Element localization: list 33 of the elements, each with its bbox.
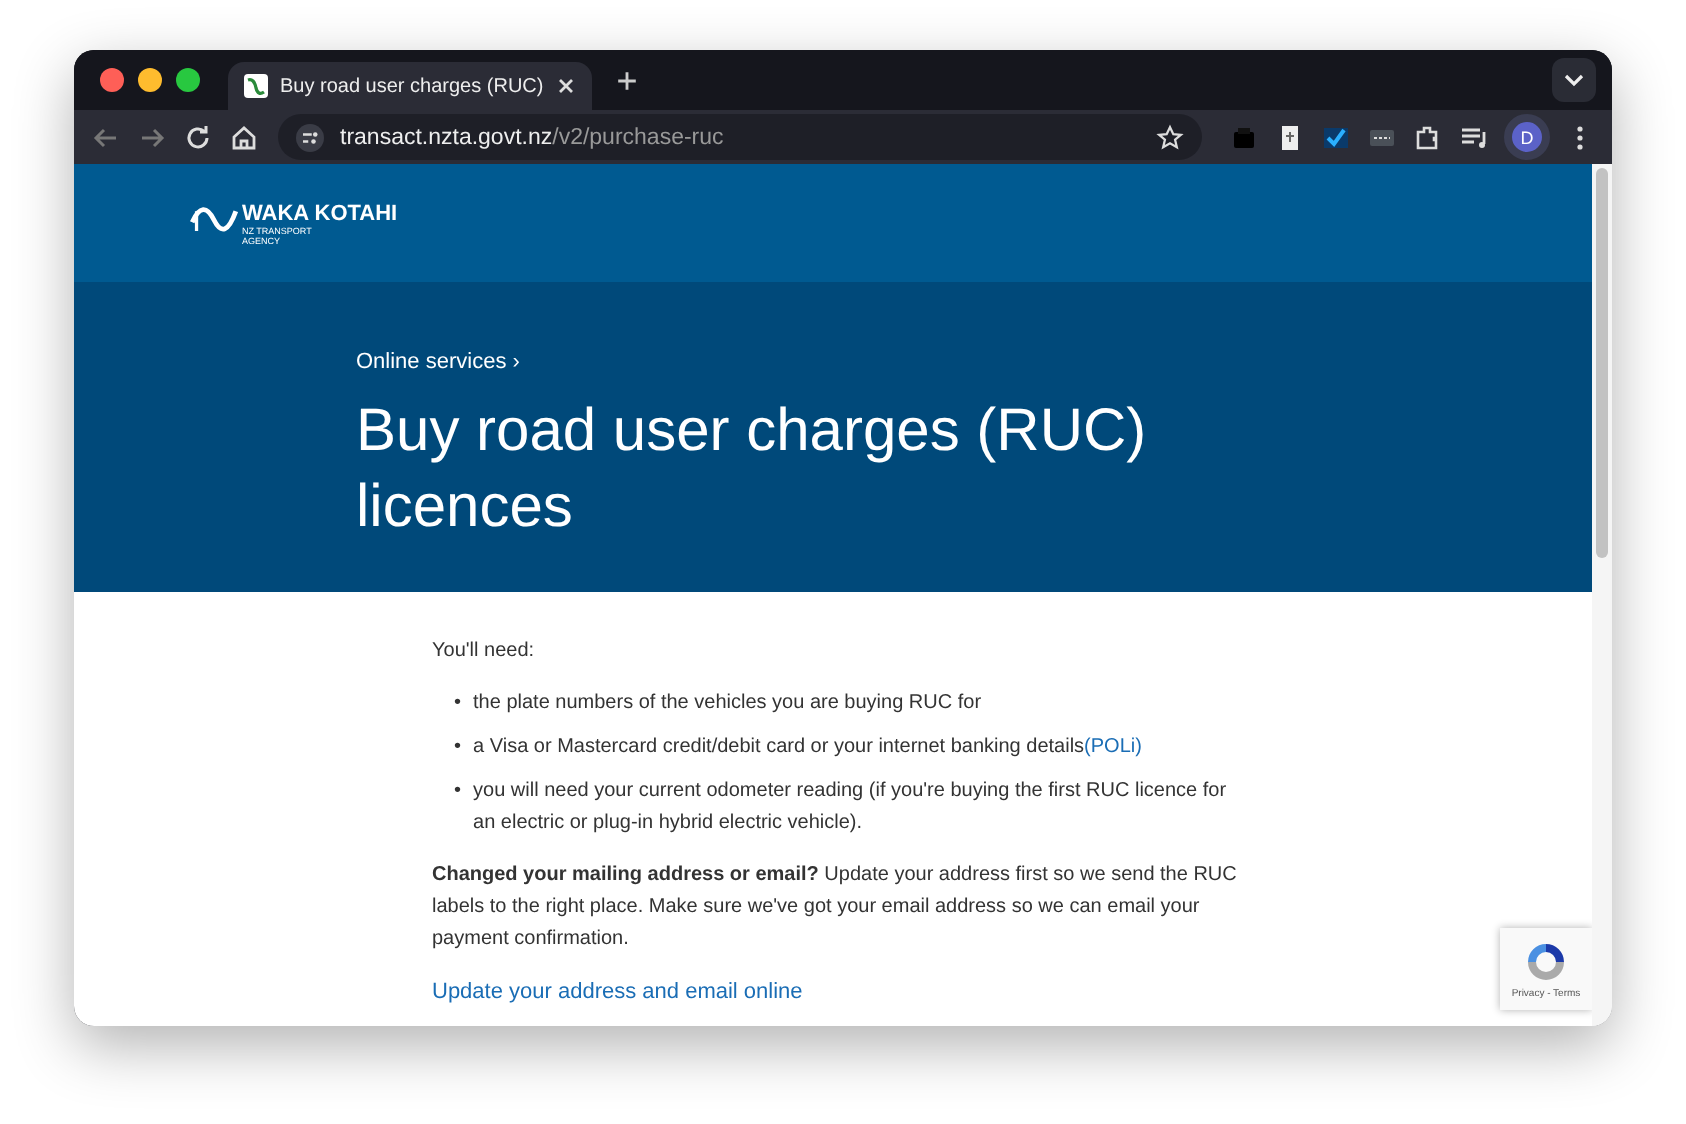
bullet-text: the plate numbers of the vehicles you are buying RUC for <box>473 692 982 714</box>
url-path: /v2/purchase-ruc <box>552 125 724 149</box>
notice-text: Changed your mailing address or email? Update your address first so we send the RUC labels to the right place. Make sure we've got your email address so we can email your payment confirmation. <box>432 862 1239 954</box>
home-icon[interactable] <box>228 121 260 153</box>
scrollbar[interactable] <box>1592 164 1612 1026</box>
poli-link[interactable]: (POLi) <box>1084 736 1142 758</box>
close-window-icon[interactable] <box>100 68 124 92</box>
new-tab-icon[interactable] <box>615 69 638 91</box>
url-host: transact.nzta.govt.nz <box>340 125 553 149</box>
site-settings-icon[interactable] <box>296 123 324 151</box>
intro-text: You'll need: <box>432 638 537 666</box>
favicon-icon <box>244 74 268 98</box>
star-icon[interactable] <box>1156 123 1184 151</box>
page-title: Buy road user charges (RUC) licences <box>356 396 1149 544</box>
bullet-text: a Visa or Mastercard credit/debit card or your internet banking details <box>473 736 1085 758</box>
address-bar[interactable]: transact.nzta.govt.nz/v2/purchase-ruc <box>278 114 1202 160</box>
logo-text: WAKA KOTAHI <box>242 201 398 225</box>
chevron-down-icon[interactable] <box>1552 58 1596 102</box>
reload-icon[interactable] <box>182 121 214 153</box>
recaptcha-icon <box>1522 938 1570 986</box>
update-address-link[interactable]: Update your address and email online <box>432 980 803 1004</box>
close-icon[interactable] <box>555 76 576 96</box>
logo-icon <box>190 201 238 237</box>
bullet-marker: • <box>454 778 462 806</box>
breadcrumb-separator: › <box>512 350 520 374</box>
bullet-marker: • <box>454 690 462 718</box>
maximize-window-icon[interactable] <box>176 68 200 92</box>
bullet-text: you will need your current odometer reading (if you're buying the first RUC licence for an electric or plug-in hybrid electric vehicle). <box>473 780 1227 834</box>
profile-avatar[interactable]: D <box>1504 114 1550 160</box>
browser-tab[interactable]: Buy road user charges (RUC) <box>228 62 592 110</box>
bullet-marker: • <box>454 734 462 762</box>
breadcrumb-link[interactable]: Online services <box>356 350 507 374</box>
minimize-window-icon[interactable] <box>138 68 162 92</box>
